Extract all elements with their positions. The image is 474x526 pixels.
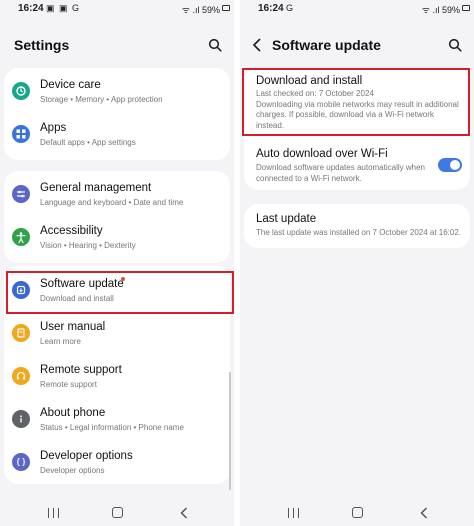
settings-item-subtitle: Language and keyboard • Date and time xyxy=(40,198,184,207)
signal-icon: ᯤ .ıl xyxy=(421,5,440,15)
auto-download-wifi-item[interactable]: Auto download over Wi-Fi Download softwa… xyxy=(244,140,470,188)
last-update-card[interactable]: Last update The last update was installe… xyxy=(244,204,470,248)
settings-item-user-manual[interactable]: User manual Learn more xyxy=(4,313,230,356)
navigation-bar xyxy=(0,496,234,526)
battery-icon xyxy=(462,5,470,11)
software-update-screen: 16:24 G ᯤ .ıl 59% Software update Downlo… xyxy=(240,0,474,526)
settings-item-subtitle: Default apps • App settings xyxy=(40,138,136,147)
battery-level: ᯤ .ıl 59% xyxy=(181,5,220,15)
user-manual-icon xyxy=(12,324,30,342)
home-icon[interactable] xyxy=(352,507,363,518)
settings-screen: 16:24 ▣ ▣ G ᯤ .ıl 59% Settings Device ca… xyxy=(0,0,234,526)
back-nav-icon[interactable] xyxy=(420,507,428,519)
battery-level: ᯤ .ıl 59% xyxy=(421,5,460,15)
search-icon[interactable] xyxy=(448,38,462,52)
settings-item-label: Developer options xyxy=(40,450,133,462)
settings-item-subtitle: Developer options xyxy=(40,466,105,475)
sliders-icon xyxy=(12,185,30,203)
settings-item-apps[interactable]: Apps Default apps • App settings xyxy=(4,114,230,157)
settings-item-label: Remote support xyxy=(40,364,122,376)
back-arrow-icon[interactable] xyxy=(250,37,264,53)
auto-download-description: Download software updates automatically … xyxy=(256,163,425,183)
settings-item-label: Device care xyxy=(40,79,101,91)
settings-item-subtitle: Learn more xyxy=(40,337,81,346)
developer-braces-icon xyxy=(12,453,30,471)
navigation-bar xyxy=(240,496,474,526)
page-title: Software update xyxy=(272,37,381,53)
settings-group-1: Device care Storage • Memory • App prote… xyxy=(4,68,230,160)
settings-item-label: Apps xyxy=(40,122,67,134)
device-care-icon xyxy=(12,82,30,100)
highlight-box-download-and-install xyxy=(242,68,470,136)
accessibility-icon xyxy=(12,228,30,246)
settings-item-label: About phone xyxy=(40,407,106,419)
settings-item-subtitle: Storage • Memory • App protection xyxy=(40,95,163,104)
recents-icon[interactable] xyxy=(288,508,300,518)
settings-item-subtitle: Remote support xyxy=(40,380,97,389)
status-time: 16:24 xyxy=(18,3,44,14)
info-icon xyxy=(12,410,30,428)
settings-item-about-phone[interactable]: About phone Status • Legal information •… xyxy=(4,399,230,442)
last-update-description: The last update was installed on 7 Octob… xyxy=(256,228,462,237)
auto-download-title: Auto download over Wi-Fi xyxy=(256,148,388,160)
battery-icon xyxy=(222,5,230,11)
highlight-box-software-update xyxy=(6,271,234,314)
settings-item-subtitle: Vision • Hearing • Dexterity xyxy=(40,241,136,250)
status-bar: 16:24 G ᯤ .ıl 59% xyxy=(240,0,474,18)
home-icon[interactable] xyxy=(112,507,123,518)
status-bar: 16:24 ▣ ▣ G ᯤ .ıl 59% xyxy=(0,0,234,18)
signal-icon: ᯤ .ıl xyxy=(181,5,200,15)
last-update-title: Last update xyxy=(256,213,317,225)
recents-icon[interactable] xyxy=(48,508,60,518)
settings-item-subtitle: Status • Legal information • Phone name xyxy=(40,423,184,432)
toggle-knob xyxy=(450,160,460,170)
settings-group-2: General management Language and keyboard… xyxy=(4,171,230,263)
headset-icon xyxy=(12,367,30,385)
back-nav-icon[interactable] xyxy=(180,507,188,519)
settings-item-label: General management xyxy=(40,182,152,194)
status-time: 16:24 xyxy=(258,3,284,14)
settings-item-accessibility[interactable]: Accessibility Vision • Hearing • Dexteri… xyxy=(4,217,230,260)
settings-item-label: User manual xyxy=(40,321,106,333)
settings-item-label: Accessibility xyxy=(40,225,103,237)
apps-grid-icon xyxy=(12,125,30,143)
notification-icons: G xyxy=(286,3,295,13)
notification-icons: ▣ ▣ G xyxy=(46,3,81,13)
settings-item-developer-options[interactable]: Developer options Developer options xyxy=(4,442,230,485)
settings-item-general-management[interactable]: General management Language and keyboard… xyxy=(4,174,230,217)
auto-download-toggle[interactable] xyxy=(438,158,462,172)
search-icon[interactable] xyxy=(208,38,222,52)
page-title: Settings xyxy=(14,37,70,53)
scrollbar[interactable] xyxy=(229,372,231,490)
settings-item-device-care[interactable]: Device care Storage • Memory • App prote… xyxy=(4,71,230,114)
settings-item-remote-support[interactable]: Remote support Remote support xyxy=(4,356,230,399)
